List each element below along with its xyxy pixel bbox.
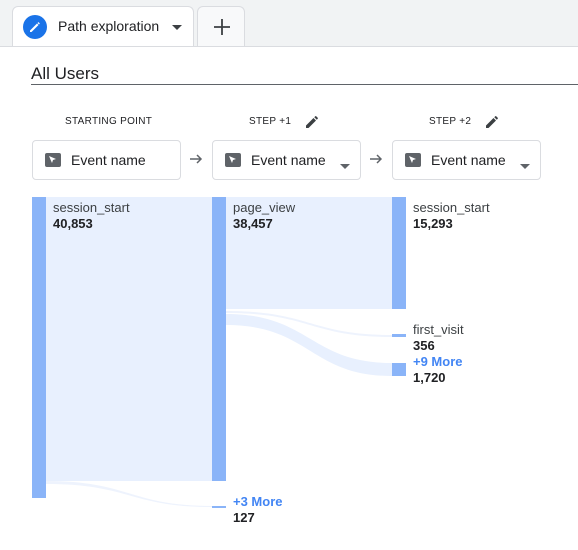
node-name-session-start: session_start xyxy=(53,200,130,215)
flow-session-start-to-page-view xyxy=(46,197,212,481)
node-count-session-start: 40,853 xyxy=(53,216,93,231)
node-name-step-2-session-start: session_start xyxy=(413,200,490,215)
node-bar-session-start[interactable] xyxy=(32,197,46,498)
node-name-page-view: page_view xyxy=(233,200,296,215)
node-bar-first-visit[interactable] xyxy=(392,334,406,337)
node-bar-step-1-more[interactable] xyxy=(212,506,226,508)
node-count-step-2-session-start: 15,293 xyxy=(413,216,453,231)
path-exploration-page: Path exploration All Users STARTING POIN… xyxy=(0,0,578,550)
path-flows xyxy=(46,197,392,507)
flow-session-start-to-more xyxy=(46,481,212,507)
node-bar-step-2-session-start[interactable] xyxy=(392,197,406,309)
node-name-first-visit: first_visit xyxy=(413,322,464,337)
node-count-first-visit: 356 xyxy=(413,338,435,353)
node-count-step-1-more: 127 xyxy=(233,510,255,525)
node-bar-step-2-more[interactable] xyxy=(392,363,406,376)
node-bar-page-view[interactable] xyxy=(212,197,226,481)
node-count-page-view: 38,457 xyxy=(233,216,273,231)
node-count-step-2-more: 1,720 xyxy=(413,370,446,385)
step-1-more-link[interactable]: +3 More xyxy=(233,494,283,509)
step-2-more-link[interactable]: +9 More xyxy=(413,354,463,369)
